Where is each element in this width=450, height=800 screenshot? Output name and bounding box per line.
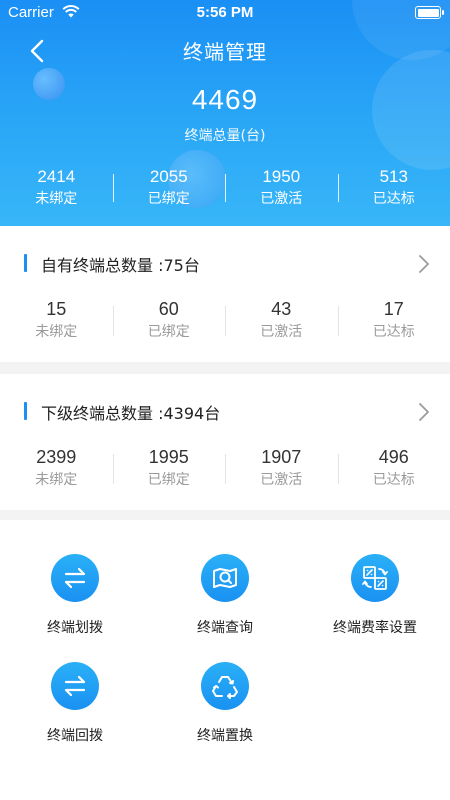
own-terminals-title: 自有终端总数量 :75台 — [41, 256, 200, 275]
stat-unbound: 15 未绑定 — [0, 298, 113, 348]
own-terminals-header[interactable]: 自有终端总数量 :75台 — [0, 226, 450, 286]
sub-terminals-title: 下级终端总数量 :4394台 — [41, 404, 221, 423]
clock: 5:56 PM — [196, 4, 254, 21]
sub-terminals-card: 下级终端总数量 :4394台 2399 未绑定 1995 已绑定 1907 已激… — [0, 374, 450, 510]
section-accent-bar — [24, 254, 27, 272]
status-bar: Carrier 5:56 PM — [0, 0, 450, 26]
terminal-rate-settings-button[interactable]: 终端费率设置 — [300, 554, 450, 638]
section-accent-bar — [24, 402, 27, 420]
terminal-return-button[interactable]: 终端回拨 — [0, 662, 150, 746]
stat-unbound: 2414 未绑定 — [0, 166, 113, 212]
stat-label: 已绑定 — [147, 191, 190, 207]
stat-label: 已达标 — [372, 191, 415, 207]
stat-label: 未绑定 — [35, 191, 78, 207]
stat-activated: 1950 已激活 — [225, 166, 338, 212]
section-divider — [0, 510, 450, 520]
stat-activated: 1907 已激活 — [225, 446, 338, 496]
map-search-icon — [201, 554, 249, 602]
stat-label: 已绑定 — [147, 324, 190, 340]
stat-bound: 1995 已绑定 — [112, 446, 226, 496]
stat-value: 1995 — [148, 447, 189, 467]
own-terminals-card: 自有终端总数量 :75台 15 未绑定 60 已绑定 43 已激活 17 已达标 — [0, 226, 450, 362]
total-count: 4469 — [191, 84, 259, 115]
stat-value: 2399 — [36, 447, 77, 467]
action-label: 终端置换 — [197, 728, 253, 744]
terminal-replace-button[interactable]: 终端置换 — [150, 662, 300, 746]
own-terminals-stats: 15 未绑定 60 已绑定 43 已激活 17 已达标 — [0, 298, 450, 348]
chevron-right-icon[interactable] — [418, 254, 430, 274]
stat-label: 已达标 — [372, 472, 415, 488]
header: Carrier 5:56 PM 终端管理 4469 终端总量(台) 2414 未… — [0, 0, 450, 226]
action-label: 终端查询 — [197, 620, 253, 636]
stat-qualified: 513 已达标 — [337, 166, 450, 212]
stat-value: 2055 — [149, 167, 188, 186]
action-label: 终端回拨 — [47, 728, 103, 744]
stat-value: 496 — [378, 447, 409, 467]
action-label: 终端费率设置 — [333, 620, 417, 636]
stat-value: 2414 — [37, 167, 76, 186]
terminal-management-page: Carrier 5:56 PM 终端管理 4469 终端总量(台) 2414 未… — [0, 0, 450, 800]
page-title: 终端管理 — [183, 40, 267, 64]
stat-bound: 2055 已绑定 — [112, 166, 226, 212]
stat-label: 已激活 — [260, 472, 303, 488]
stat-value: 513 — [379, 167, 408, 186]
battery-icon — [415, 6, 444, 19]
chevron-right-icon[interactable] — [418, 402, 430, 422]
stat-value: 43 — [271, 299, 292, 319]
return-transfer-icon — [51, 662, 99, 710]
recycle-icon — [201, 662, 249, 710]
action-label: 终端划拨 — [47, 620, 103, 636]
stat-label: 未绑定 — [35, 324, 78, 340]
stat-value: 17 — [383, 299, 404, 319]
stat-label: 已激活 — [260, 191, 303, 207]
stat-qualified: 17 已达标 — [337, 298, 450, 348]
stat-activated: 43 已激活 — [225, 298, 338, 348]
sub-terminals-stats: 2399 未绑定 1995 已绑定 1907 已激活 496 已达标 — [0, 446, 450, 496]
stat-label: 已激活 — [260, 324, 303, 340]
terminal-query-button[interactable]: 终端查询 — [150, 554, 300, 638]
stat-value: 1907 — [261, 447, 302, 467]
stat-qualified: 496 已达标 — [337, 446, 450, 496]
stat-label: 未绑定 — [35, 472, 78, 488]
total-count-label: 终端总量(台) — [184, 128, 266, 144]
stat-bound: 60 已绑定 — [112, 298, 226, 348]
stat-label: 已绑定 — [147, 472, 190, 488]
stat-value: 15 — [46, 299, 67, 319]
stat-value: 1950 — [262, 167, 301, 186]
header-stats: 2414 未绑定 2055 已绑定 1950 已激活 513 已达标 — [0, 166, 450, 212]
terminal-transfer-button[interactable]: 终端划拨 — [0, 554, 150, 638]
stat-unbound: 2399 未绑定 — [0, 446, 113, 496]
sub-terminals-header[interactable]: 下级终端总数量 :4394台 — [0, 374, 450, 434]
stat-label: 已达标 — [372, 324, 415, 340]
section-divider — [0, 362, 450, 374]
transfer-icon — [51, 554, 99, 602]
stat-value: 60 — [158, 299, 179, 319]
rate-exchange-icon — [351, 554, 399, 602]
